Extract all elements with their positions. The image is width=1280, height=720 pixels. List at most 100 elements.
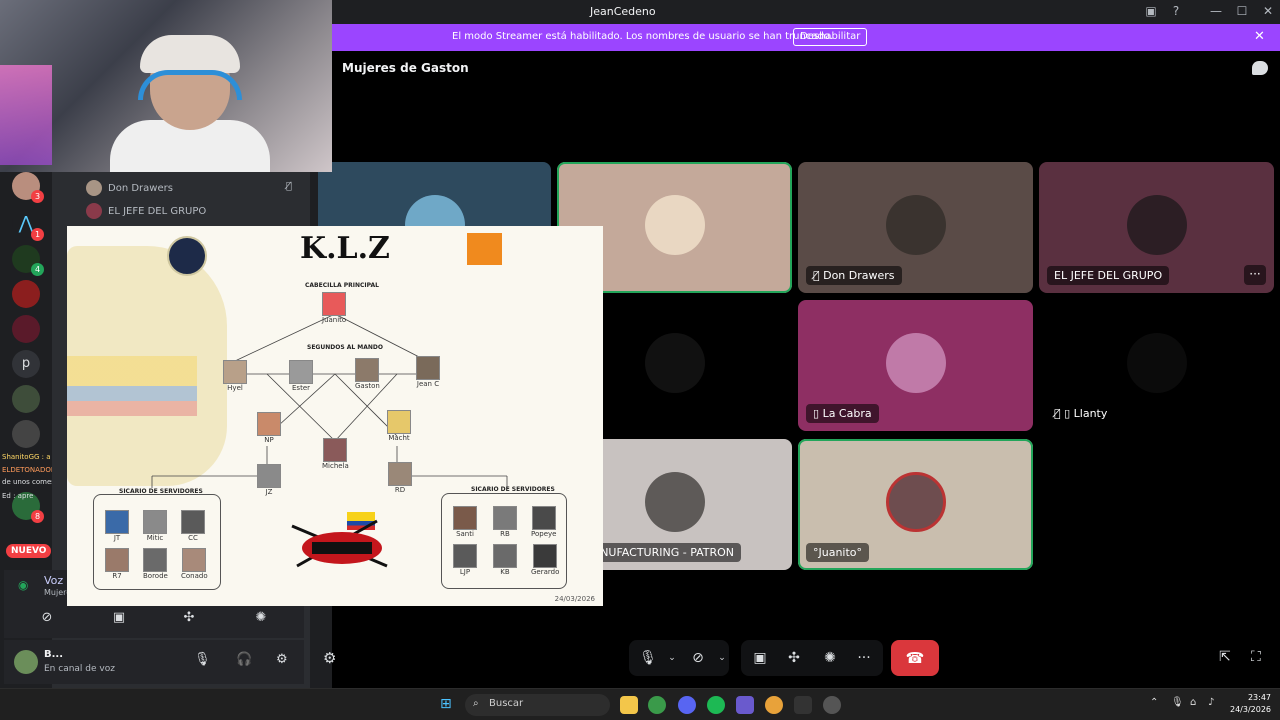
server-icon[interactable]: p (12, 350, 40, 378)
photo (388, 462, 412, 486)
channel-name: Mujeres de Gaston (342, 61, 469, 75)
file-explorer-icon[interactable] (620, 696, 638, 714)
windows-start-icon[interactable]: ⊞ (440, 696, 452, 712)
server-icon[interactable]: ⋀ 1 (12, 210, 44, 241)
voice-status: Voz (44, 574, 64, 587)
gang-logo (291, 519, 388, 568)
chevron-down-icon[interactable]: ⌄ (707, 640, 737, 676)
voice-user[interactable]: Don Drawers (86, 180, 173, 196)
participant-tile[interactable]: ▯ La Cabra (798, 300, 1033, 431)
streamer-mode-banner: El modo Streamer está habilitado. Los no… (332, 24, 1280, 51)
participant-label: °Juanito° (806, 543, 870, 562)
disconnect-button[interactable]: ☎ (891, 640, 939, 676)
chrome-canary-icon[interactable] (765, 696, 783, 714)
photo (257, 464, 281, 488)
server-icon[interactable] (12, 315, 40, 343)
help-icon[interactable]: ? (1168, 4, 1184, 18)
screen-share-icon[interactable]: ▣ (745, 640, 775, 676)
member-figure: Jean C (416, 356, 440, 388)
activity-icon[interactable]: ⚙ (323, 649, 336, 667)
member-figure: Santi (453, 506, 477, 538)
server-icon[interactable] (12, 280, 40, 308)
server-icon[interactable]: 4 (12, 245, 44, 276)
server-icon[interactable] (12, 385, 40, 413)
more-icon[interactable]: ··· (849, 640, 879, 676)
photo (323, 438, 348, 462)
voice-user[interactable]: EL JEFE DEL GRUPO (86, 203, 206, 219)
avatar (644, 471, 705, 532)
soundboard-icon[interactable]: ✺ (815, 640, 845, 676)
member-figure: LJP (453, 544, 477, 576)
new-badge: NUEVO (6, 544, 52, 558)
server-icon[interactable]: 3 (12, 172, 44, 203)
participant-tile[interactable]: °Juanito° (798, 439, 1033, 570)
banner-close-icon[interactable]: ✕ (1254, 29, 1265, 44)
maximize-button[interactable]: ☐ (1234, 4, 1250, 18)
activities-icon[interactable]: ✣ (174, 610, 204, 625)
app-icon[interactable] (823, 696, 841, 714)
member-figure: JT (105, 510, 129, 542)
avatar (86, 180, 102, 196)
mic-muted-icon: 🎙̸ (286, 181, 293, 192)
photo (493, 506, 517, 530)
fullscreen-icon[interactable]: ⛶ (1251, 649, 1261, 665)
photo (531, 506, 556, 530)
taskbar-search[interactable]: ⌕ Buscar (465, 694, 610, 716)
member-figure: R7 (105, 548, 129, 580)
right-group-label: SICARIO DE SERVIDORES (471, 486, 555, 493)
chrome-icon[interactable] (648, 696, 666, 714)
signal-icon: ◉ (18, 578, 29, 592)
app-icon[interactable] (736, 696, 754, 714)
close-button[interactable]: ✕ (1260, 4, 1276, 18)
gear-icon[interactable]: ⚙ (276, 652, 288, 667)
microphone-icon[interactable]: 🎙 (1171, 697, 1184, 708)
photo (223, 360, 247, 384)
member-figure: Borode (143, 548, 168, 580)
member-figure: RD (388, 462, 412, 494)
photo (289, 360, 313, 384)
avatar (644, 332, 705, 393)
username: B... (44, 649, 64, 660)
avatar (885, 471, 946, 532)
clock[interactable]: 23:47 24/3/2026 (1230, 692, 1271, 716)
participant-tile[interactable]: 🎙̸ ▯ Llanty (1039, 300, 1274, 431)
discord-icon[interactable] (678, 696, 696, 714)
chevron-up-icon[interactable]: ⌃ (1150, 697, 1158, 708)
user-panel: B... En canal de voz 🎙 🎧 ⚙ (4, 640, 304, 684)
avatar (885, 194, 946, 255)
screen-share-icon[interactable]: ▣ (104, 610, 134, 625)
obs-icon[interactable] (794, 696, 812, 714)
camera-off-icon[interactable]: ⊘ (32, 610, 62, 625)
volume-icon[interactable]: ♪ (1208, 697, 1214, 708)
participant-tile[interactable]: 🎙̸ Don Drawers (798, 162, 1033, 293)
server-icon[interactable] (12, 420, 40, 448)
microphone-icon[interactable]: 🎙 (194, 652, 211, 667)
avatar[interactable] (14, 650, 38, 674)
disable-streamer-button[interactable]: Deshabilitar (793, 28, 868, 46)
activities-icon[interactable]: ✣ (779, 640, 809, 676)
search-icon: ⌕ (473, 698, 479, 709)
network-icon[interactable]: ⌂ (1190, 697, 1196, 708)
minimize-button[interactable]: — (1208, 4, 1224, 18)
inbox-icon[interactable]: ▣ (1143, 4, 1159, 18)
member-figure: NP (257, 412, 281, 444)
member-figure: CC (181, 510, 205, 542)
photo (453, 544, 477, 568)
member-figure: RB (493, 506, 517, 538)
popout-icon[interactable]: ⇱ (1219, 649, 1231, 665)
participant-tile[interactable]: EL JEFE DEL GRUPO ··· (1039, 162, 1274, 293)
more-options-button[interactable]: ··· (1244, 265, 1266, 285)
chat-icon[interactable] (1252, 61, 1268, 75)
photo (181, 510, 205, 534)
member-figure: Gerardo (531, 544, 559, 576)
banner-message: El modo Streamer está habilitado. Los no… (452, 31, 833, 42)
soundboard-icon[interactable]: ✺ (246, 610, 276, 625)
webcam-overlay (0, 0, 332, 172)
photo (143, 548, 168, 572)
photo (257, 412, 281, 436)
spotify-icon[interactable] (707, 696, 725, 714)
headphones-icon[interactable]: 🎧 (236, 652, 252, 667)
head-label: CABECILLA PRINCIPAL (305, 282, 379, 289)
member-figure: Michela (322, 438, 349, 470)
organigram-overlay: K.L.Z CABECILLA PRINCIPAL SEGUNDOS AL MA… (67, 226, 603, 606)
